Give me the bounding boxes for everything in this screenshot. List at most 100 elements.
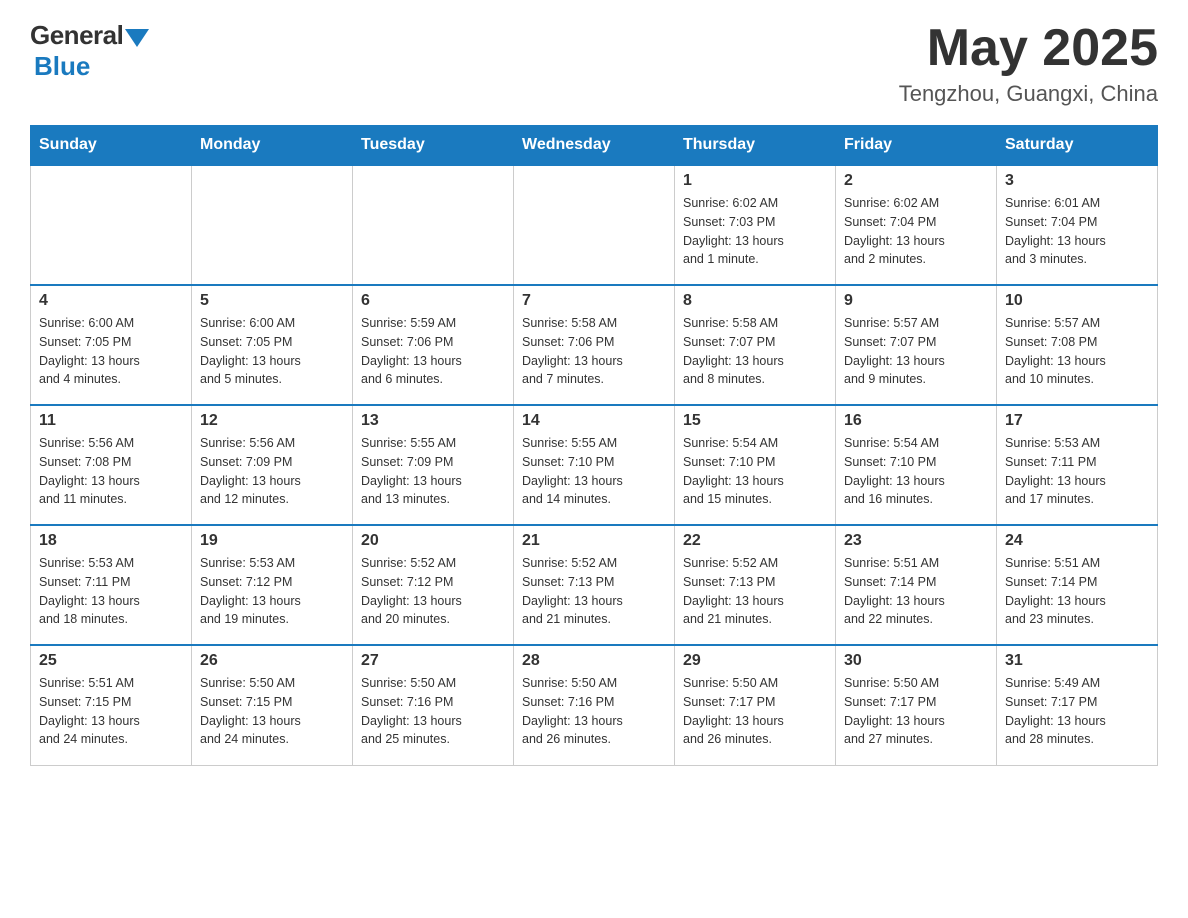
weekday-header-saturday: Saturday (997, 126, 1158, 166)
day-number: 20 (361, 532, 505, 550)
weekday-header-sunday: Sunday (31, 126, 192, 166)
day-info: Sunrise: 5:51 AM Sunset: 7:14 PM Dayligh… (1005, 554, 1149, 629)
calendar-cell: 25Sunrise: 5:51 AM Sunset: 7:15 PM Dayli… (31, 645, 192, 765)
day-number: 2 (844, 172, 988, 190)
weekday-header-row: SundayMondayTuesdayWednesdayThursdayFrid… (31, 126, 1158, 166)
day-number: 14 (522, 412, 666, 430)
day-info: Sunrise: 5:52 AM Sunset: 7:12 PM Dayligh… (361, 554, 505, 629)
day-number: 7 (522, 292, 666, 310)
weekday-header-tuesday: Tuesday (353, 126, 514, 166)
calendar-cell: 17Sunrise: 5:53 AM Sunset: 7:11 PM Dayli… (997, 405, 1158, 525)
day-info: Sunrise: 6:01 AM Sunset: 7:04 PM Dayligh… (1005, 194, 1149, 269)
day-number: 27 (361, 652, 505, 670)
day-number: 24 (1005, 532, 1149, 550)
calendar-cell: 4 Sunrise: 6:00 AM Sunset: 7:05 PM Daylig… (31, 285, 192, 405)
day-info: Sunrise: 5:54 AM Sunset: 7:10 PM Dayligh… (683, 434, 827, 509)
day-info: Sunrise: 5:57 AM Sunset: 7:08 PM Dayligh… (1005, 314, 1149, 389)
day-number: 6 (361, 292, 505, 310)
day-number: 11 (39, 412, 183, 430)
day-info: Sunrise: 5:50 AM Sunset: 7:17 PM Dayligh… (683, 674, 827, 749)
calendar-cell: 29Sunrise: 5:50 AM Sunset: 7:17 PM Dayli… (675, 645, 836, 765)
day-info: Sunrise: 5:53 AM Sunset: 7:11 PM Dayligh… (39, 554, 183, 629)
day-info: Sunrise: 5:50 AM Sunset: 7:17 PM Dayligh… (844, 674, 988, 749)
calendar-cell: 14 Sunrise: 5:55 AM Sunset: 7:10 PM Dayli… (514, 405, 675, 525)
calendar-cell: 1Sunrise: 6:02 AM Sunset: 7:03 PM Daylig… (675, 165, 836, 285)
month-year-title: May 2025 (899, 20, 1158, 77)
day-number: 30 (844, 652, 988, 670)
day-info: Sunrise: 5:57 AM Sunset: 7:07 PM Dayligh… (844, 314, 988, 389)
calendar-cell: 23 Sunrise: 5:51 AM Sunset: 7:14 PM Dayli… (836, 525, 997, 645)
day-number: 4 (39, 292, 183, 310)
calendar-cell: 10Sunrise: 5:57 AM Sunset: 7:08 PM Dayli… (997, 285, 1158, 405)
weekday-header-thursday: Thursday (675, 126, 836, 166)
day-number: 1 (683, 172, 827, 190)
day-info: Sunrise: 5:53 AM Sunset: 7:12 PM Dayligh… (200, 554, 344, 629)
page-header: General Blue May 2025 Tengzhou, Guangxi,… (30, 20, 1158, 107)
day-number: 12 (200, 412, 344, 430)
day-number: 5 (200, 292, 344, 310)
day-info: Sunrise: 5:54 AM Sunset: 7:10 PM Dayligh… (844, 434, 988, 509)
day-number: 16 (844, 412, 988, 430)
day-info: Sunrise: 5:56 AM Sunset: 7:08 PM Dayligh… (39, 434, 183, 509)
calendar-cell (192, 165, 353, 285)
day-info: Sunrise: 5:59 AM Sunset: 7:06 PM Dayligh… (361, 314, 505, 389)
calendar-cell: 3 Sunrise: 6:01 AM Sunset: 7:04 PM Daylig… (997, 165, 1158, 285)
day-number: 31 (1005, 652, 1149, 670)
calendar-cell: 11 Sunrise: 5:56 AM Sunset: 7:08 PM Dayli… (31, 405, 192, 525)
week-row-1: 1Sunrise: 6:02 AM Sunset: 7:03 PM Daylig… (31, 165, 1158, 285)
logo-arrow-icon (125, 29, 149, 47)
location-text: Tengzhou, Guangxi, China (899, 81, 1158, 107)
day-info: Sunrise: 5:58 AM Sunset: 7:06 PM Dayligh… (522, 314, 666, 389)
day-number: 17 (1005, 412, 1149, 430)
logo-blue-text: Blue (34, 51, 90, 82)
day-number: 9 (844, 292, 988, 310)
day-info: Sunrise: 5:56 AM Sunset: 7:09 PM Dayligh… (200, 434, 344, 509)
day-number: 15 (683, 412, 827, 430)
calendar-cell: 5 Sunrise: 6:00 AM Sunset: 7:05 PM Daylig… (192, 285, 353, 405)
day-number: 26 (200, 652, 344, 670)
day-number: 13 (361, 412, 505, 430)
calendar-cell: 20 Sunrise: 5:52 AM Sunset: 7:12 PM Dayli… (353, 525, 514, 645)
calendar-cell: 19 Sunrise: 5:53 AM Sunset: 7:12 PM Dayli… (192, 525, 353, 645)
calendar-cell: 7 Sunrise: 5:58 AM Sunset: 7:06 PM Daylig… (514, 285, 675, 405)
calendar-cell: 18 Sunrise: 5:53 AM Sunset: 7:11 PM Dayli… (31, 525, 192, 645)
calendar-cell (514, 165, 675, 285)
day-info: Sunrise: 5:55 AM Sunset: 7:09 PM Dayligh… (361, 434, 505, 509)
calendar-cell: 6 Sunrise: 5:59 AM Sunset: 7:06 PM Daylig… (353, 285, 514, 405)
day-info: Sunrise: 5:51 AM Sunset: 7:15 PM Dayligh… (39, 674, 183, 749)
calendar-cell: 22Sunrise: 5:52 AM Sunset: 7:13 PM Dayli… (675, 525, 836, 645)
week-row-5: 25Sunrise: 5:51 AM Sunset: 7:15 PM Dayli… (31, 645, 1158, 765)
weekday-header-friday: Friday (836, 126, 997, 166)
day-info: Sunrise: 5:50 AM Sunset: 7:16 PM Dayligh… (522, 674, 666, 749)
day-number: 22 (683, 532, 827, 550)
day-number: 3 (1005, 172, 1149, 190)
calendar-cell: 27 Sunrise: 5:50 AM Sunset: 7:16 PM Dayli… (353, 645, 514, 765)
calendar-cell (31, 165, 192, 285)
calendar-cell (353, 165, 514, 285)
weekday-header-monday: Monday (192, 126, 353, 166)
calendar-cell: 12 Sunrise: 5:56 AM Sunset: 7:09 PM Dayli… (192, 405, 353, 525)
day-info: Sunrise: 6:00 AM Sunset: 7:05 PM Dayligh… (39, 314, 183, 389)
calendar-cell: 26Sunrise: 5:50 AM Sunset: 7:15 PM Dayli… (192, 645, 353, 765)
day-info: Sunrise: 6:00 AM Sunset: 7:05 PM Dayligh… (200, 314, 344, 389)
day-info: Sunrise: 5:58 AM Sunset: 7:07 PM Dayligh… (683, 314, 827, 389)
calendar-cell: 24 Sunrise: 5:51 AM Sunset: 7:14 PM Dayli… (997, 525, 1158, 645)
day-number: 23 (844, 532, 988, 550)
day-number: 18 (39, 532, 183, 550)
day-info: Sunrise: 6:02 AM Sunset: 7:04 PM Dayligh… (844, 194, 988, 269)
day-info: Sunrise: 5:51 AM Sunset: 7:14 PM Dayligh… (844, 554, 988, 629)
day-number: 19 (200, 532, 344, 550)
day-number: 21 (522, 532, 666, 550)
calendar-cell: 13 Sunrise: 5:55 AM Sunset: 7:09 PM Dayli… (353, 405, 514, 525)
day-info: Sunrise: 5:49 AM Sunset: 7:17 PM Dayligh… (1005, 674, 1149, 749)
day-number: 8 (683, 292, 827, 310)
calendar-table: SundayMondayTuesdayWednesdayThursdayFrid… (30, 125, 1158, 766)
day-info: Sunrise: 5:55 AM Sunset: 7:10 PM Dayligh… (522, 434, 666, 509)
day-info: Sunrise: 5:50 AM Sunset: 7:16 PM Dayligh… (361, 674, 505, 749)
calendar-cell: 28 Sunrise: 5:50 AM Sunset: 7:16 PM Dayli… (514, 645, 675, 765)
calendar-cell: 16 Sunrise: 5:54 AM Sunset: 7:10 PM Dayli… (836, 405, 997, 525)
calendar-cell: 9 Sunrise: 5:57 AM Sunset: 7:07 PM Daylig… (836, 285, 997, 405)
calendar-cell: 31 Sunrise: 5:49 AM Sunset: 7:17 PM Dayli… (997, 645, 1158, 765)
week-row-4: 18 Sunrise: 5:53 AM Sunset: 7:11 PM Dayli… (31, 525, 1158, 645)
day-number: 28 (522, 652, 666, 670)
